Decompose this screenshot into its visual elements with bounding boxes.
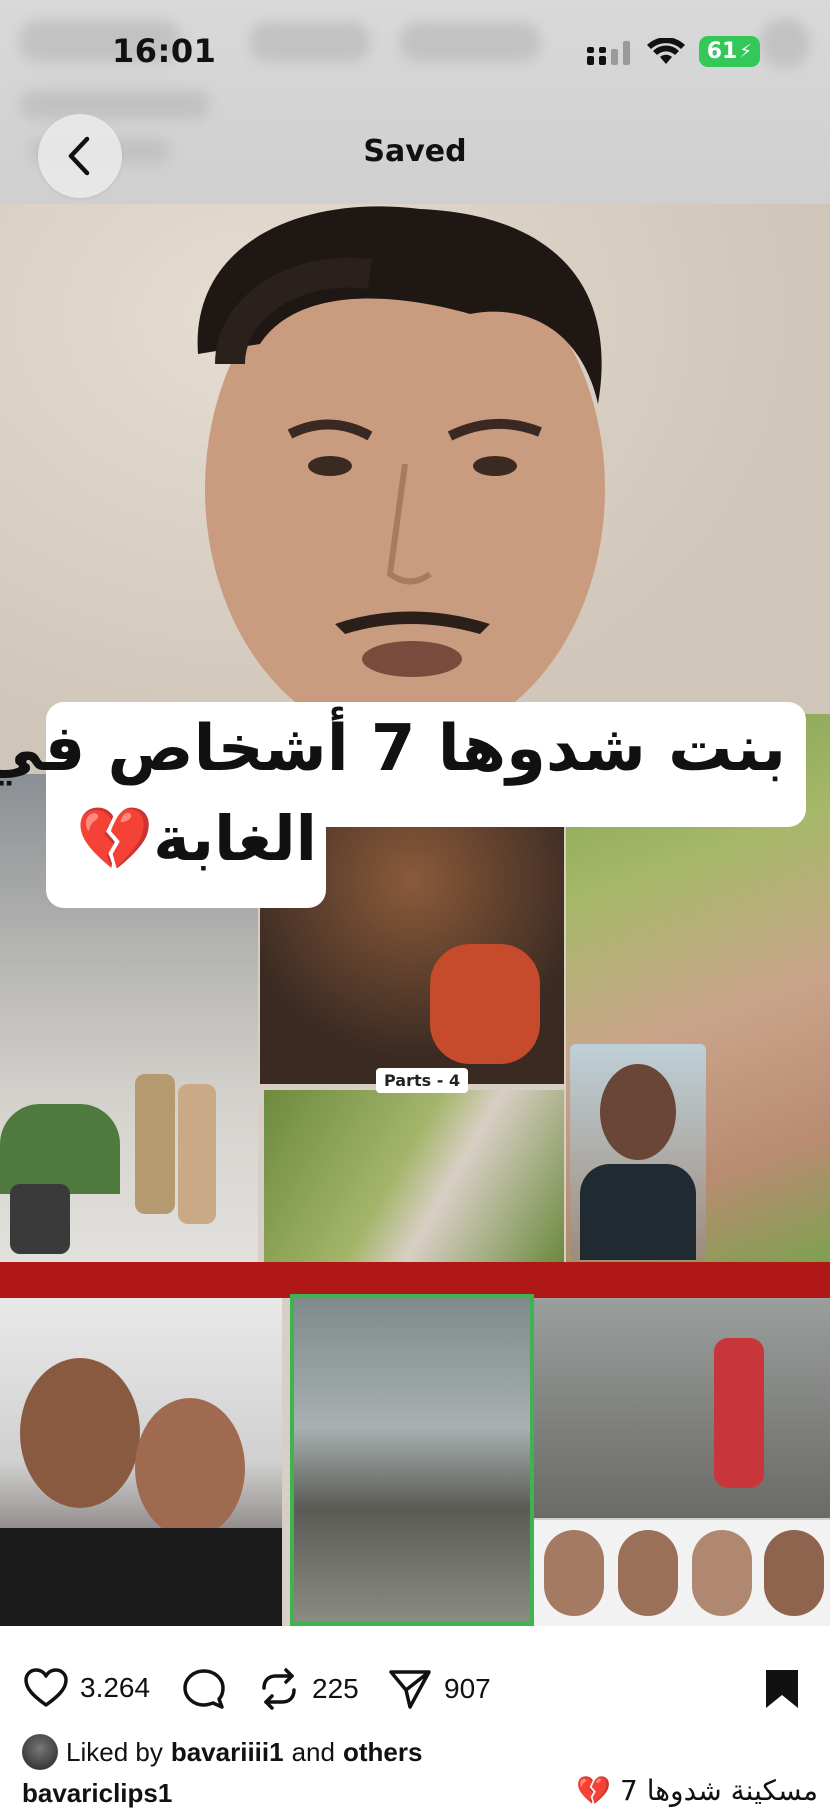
repost-icon (262, 1668, 296, 1710)
bookmark-filled-icon (766, 1670, 798, 1708)
battery-level: 61 (706, 39, 738, 64)
parts-label: Parts - 4 (376, 1068, 469, 1093)
collage-panel-girl (570, 1044, 706, 1260)
caption-line-1: بنت شدوها 7 أشخاص في (0, 712, 786, 786)
collage-panel-victim (264, 1090, 564, 1262)
caption-line-2: الغابة💔 (76, 802, 317, 875)
charging-icon: ⚡ (739, 41, 752, 62)
status-time: 16:01 (112, 32, 217, 70)
collage-panel-couple (0, 1298, 282, 1626)
save-button[interactable] (764, 1668, 800, 1710)
battery-indicator: 61 ⚡ (698, 36, 760, 67)
collage-divider (0, 1262, 830, 1298)
like-button[interactable]: 3.264 (24, 1668, 150, 1708)
collage-panel-march (534, 1298, 830, 1518)
like-count: 3.264 (80, 1672, 151, 1703)
share-count: 907 (444, 1673, 491, 1704)
liked-by-user[interactable]: bavariiii1 (171, 1737, 284, 1768)
collage-panel-suspects (534, 1520, 830, 1626)
wifi-icon (646, 37, 685, 64)
comment-button[interactable] (182, 1668, 226, 1710)
repost-count: 225 (312, 1673, 359, 1704)
share-icon (389, 1670, 431, 1709)
signal-icon (586, 40, 630, 65)
post-author[interactable]: bavariclips1 (22, 1778, 172, 1809)
liked-by-prefix: Liked by (66, 1736, 163, 1767)
heart-icon (24, 1668, 68, 1707)
page-title: Saved (363, 134, 467, 169)
post-caption: مسكينة شدوها 7 💔 (576, 1774, 818, 1807)
avatar[interactable] (22, 1734, 58, 1770)
liked-by-and: and (291, 1736, 335, 1767)
action-bar: 3.264 225 907 (0, 1658, 830, 1718)
speaker-face (197, 206, 605, 774)
liked-by-row[interactable]: Liked by bavariiii1 and others (22, 1734, 422, 1770)
collage-panel-crowd (290, 1294, 534, 1626)
post-media[interactable]: Parts - 4 بنت شدوها 7 أشخاص في الغابة💔 (0, 204, 830, 1626)
comment-icon (183, 1669, 225, 1709)
status-icons: 61 ⚡ (586, 36, 760, 67)
header-background (0, 0, 830, 204)
share-button[interactable]: 907 (388, 1668, 491, 1710)
repost-button[interactable]: 225 (258, 1668, 359, 1710)
liked-by-others[interactable]: others (343, 1737, 422, 1768)
